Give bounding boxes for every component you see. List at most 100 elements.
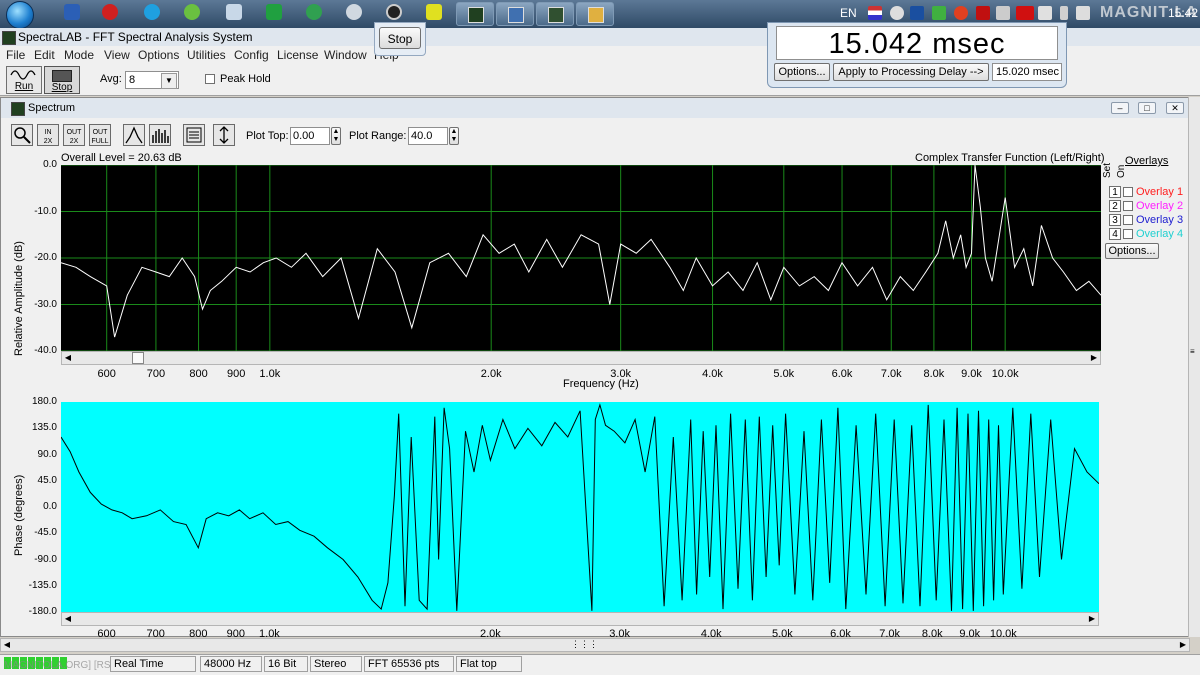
hscroll-grip-icon[interactable]: ⋮⋮⋮: [571, 639, 598, 650]
printer-icon[interactable]: [226, 4, 242, 20]
bar-plot-button[interactable]: [149, 124, 171, 146]
scroll-left-icon[interactable]: ◀: [62, 352, 74, 364]
menu-edit[interactable]: Edit: [34, 48, 55, 62]
plot-range-input[interactable]: 40.0: [408, 127, 448, 145]
scroll-right-icon[interactable]: ▶: [1086, 613, 1098, 625]
overlay-set-4[interactable]: 4: [1109, 228, 1121, 240]
menu-view[interactable]: View: [104, 48, 130, 62]
spectrum-title: Spectrum: [28, 102, 76, 114]
tray-icon-2[interactable]: [954, 6, 968, 20]
overlay-set-header: Set: [1102, 162, 1113, 178]
stop-button[interactable]: Stop: [44, 66, 80, 94]
overlay-on-checkbox[interactable]: [1123, 215, 1133, 225]
overlay-set-1[interactable]: 1: [1109, 186, 1121, 198]
zoom-out-full-button[interactable]: OUT FULL: [89, 124, 111, 146]
processing-delay-field[interactable]: 15.020 msec: [992, 63, 1062, 81]
overlay-on-checkbox[interactable]: [1123, 201, 1133, 211]
line-plot-button[interactable]: [123, 124, 145, 146]
amplitude-hscroll[interactable]: ◀ ▶: [61, 351, 1101, 365]
media-icon[interactable]: [386, 4, 402, 20]
x-tick-label: 700: [146, 368, 166, 380]
tray-b-icon[interactable]: [910, 6, 924, 20]
delay-options-button[interactable]: Options...: [774, 63, 830, 81]
cursor-button[interactable]: [213, 124, 235, 146]
overlay-set-3[interactable]: 3: [1109, 214, 1121, 226]
amplitude-scroll-thumb[interactable]: [132, 352, 144, 364]
tray-icon-1[interactable]: [890, 6, 904, 20]
utility-icon[interactable]: [184, 4, 200, 20]
app-icon: [2, 31, 16, 45]
battery-icon[interactable]: [1060, 6, 1068, 20]
taskbar-window-button[interactable]: [496, 2, 534, 26]
menu-config[interactable]: Config: [234, 48, 269, 62]
android-icon[interactable]: [266, 4, 282, 20]
scroll-right-icon[interactable]: ▶: [1177, 639, 1189, 651]
cursor-icon: [219, 126, 229, 144]
main-hscroll[interactable]: ◀ ⋮⋮⋮ ▶: [0, 638, 1190, 652]
zoom-tool-button[interactable]: [11, 124, 33, 146]
legend-icon: [186, 127, 202, 143]
main-vscroll[interactable]: ≡: [1188, 97, 1200, 637]
taskbar-spectralab-button[interactable]: [456, 2, 494, 26]
avg-label: Avg:: [100, 73, 122, 85]
vscroll-grip-icon[interactable]: ≡: [1190, 347, 1199, 356]
delay-finder-panel: 15.042 msec Options... Apply to Processi…: [767, 22, 1067, 88]
menu-license[interactable]: License: [277, 48, 318, 62]
peak-hold-label: Peak Hold: [220, 73, 271, 85]
scroll-left-icon[interactable]: ◀: [1, 639, 13, 651]
opera-icon[interactable]: [102, 4, 118, 20]
overlay-options-button[interactable]: Options...: [1105, 243, 1159, 259]
scroll-left-icon[interactable]: ◀: [62, 613, 74, 625]
tray-icon-4[interactable]: [996, 6, 1010, 20]
legend-button[interactable]: [183, 124, 205, 146]
menu-utilities[interactable]: Utilities: [187, 48, 226, 62]
clock[interactable]: 15:42: [1168, 6, 1198, 20]
us-flag-icon[interactable]: [868, 6, 882, 20]
plot-range-spinner[interactable]: ▲ ▼: [449, 127, 459, 145]
minimize-button[interactable]: –: [1111, 102, 1129, 114]
ati-icon[interactable]: [1016, 6, 1034, 20]
plot-top-input[interactable]: 0.00: [290, 127, 330, 145]
apply-to-processing-delay-button[interactable]: Apply to Processing Delay -->: [833, 63, 989, 81]
network-icon[interactable]: [346, 4, 362, 20]
overlay-on-checkbox[interactable]: [1123, 187, 1133, 197]
taskbar-monitor-button[interactable]: [536, 2, 574, 26]
taskbar-folder-button[interactable]: [576, 2, 614, 26]
phase-ylabel: Phase (degrees): [13, 474, 25, 556]
menu-mode[interactable]: Mode: [64, 48, 94, 62]
overlay-on-checkbox[interactable]: [1123, 229, 1133, 239]
close-button[interactable]: ✕: [1166, 102, 1184, 114]
tray-icon-3[interactable]: [976, 6, 990, 20]
tray-check-icon[interactable]: [932, 6, 946, 20]
menu-options[interactable]: Options: [138, 48, 179, 62]
chevron-down-icon[interactable]: ▼: [161, 73, 177, 89]
overlay-label: Overlay 3: [1136, 214, 1184, 226]
zoom-out-2x-button[interactable]: OUT 2X: [63, 124, 85, 146]
zoom-in-2x-button[interactable]: IN 2X: [37, 124, 59, 146]
tray-network-icon[interactable]: [1038, 6, 1052, 20]
overlay-set-2[interactable]: 2: [1109, 200, 1121, 212]
tool-icon[interactable]: [426, 4, 442, 20]
save-app-icon[interactable]: [64, 4, 80, 20]
phase-hscroll[interactable]: ◀ ▶: [61, 612, 1099, 626]
plot-top-spinner[interactable]: ▲ ▼: [331, 127, 341, 145]
start-button[interactable]: [2, 0, 40, 29]
menu-file[interactable]: File: [6, 48, 25, 62]
peak-hold-checkbox[interactable]: [205, 74, 215, 84]
avg-select[interactable]: 8 ▼: [125, 71, 179, 89]
x-tick-label: 2.0k: [480, 368, 502, 380]
amplitude-plot[interactable]: [61, 165, 1101, 351]
language-indicator[interactable]: EN: [840, 6, 857, 20]
floating-stop-button[interactable]: Stop: [379, 27, 421, 49]
status-mode: Real Time: [110, 656, 196, 672]
menu-window[interactable]: Window: [324, 48, 367, 62]
torrent-icon[interactable]: [306, 4, 322, 20]
skype-icon[interactable]: [144, 4, 160, 20]
run-button[interactable]: Run: [6, 66, 42, 94]
maximize-button[interactable]: □: [1138, 102, 1156, 114]
y-tick-label: -135.0: [28, 579, 57, 591]
phase-plot[interactable]: [61, 402, 1099, 612]
volume-icon[interactable]: [1076, 6, 1090, 20]
scroll-right-icon[interactable]: ▶: [1088, 352, 1100, 364]
stop-label: Stop: [51, 82, 73, 93]
